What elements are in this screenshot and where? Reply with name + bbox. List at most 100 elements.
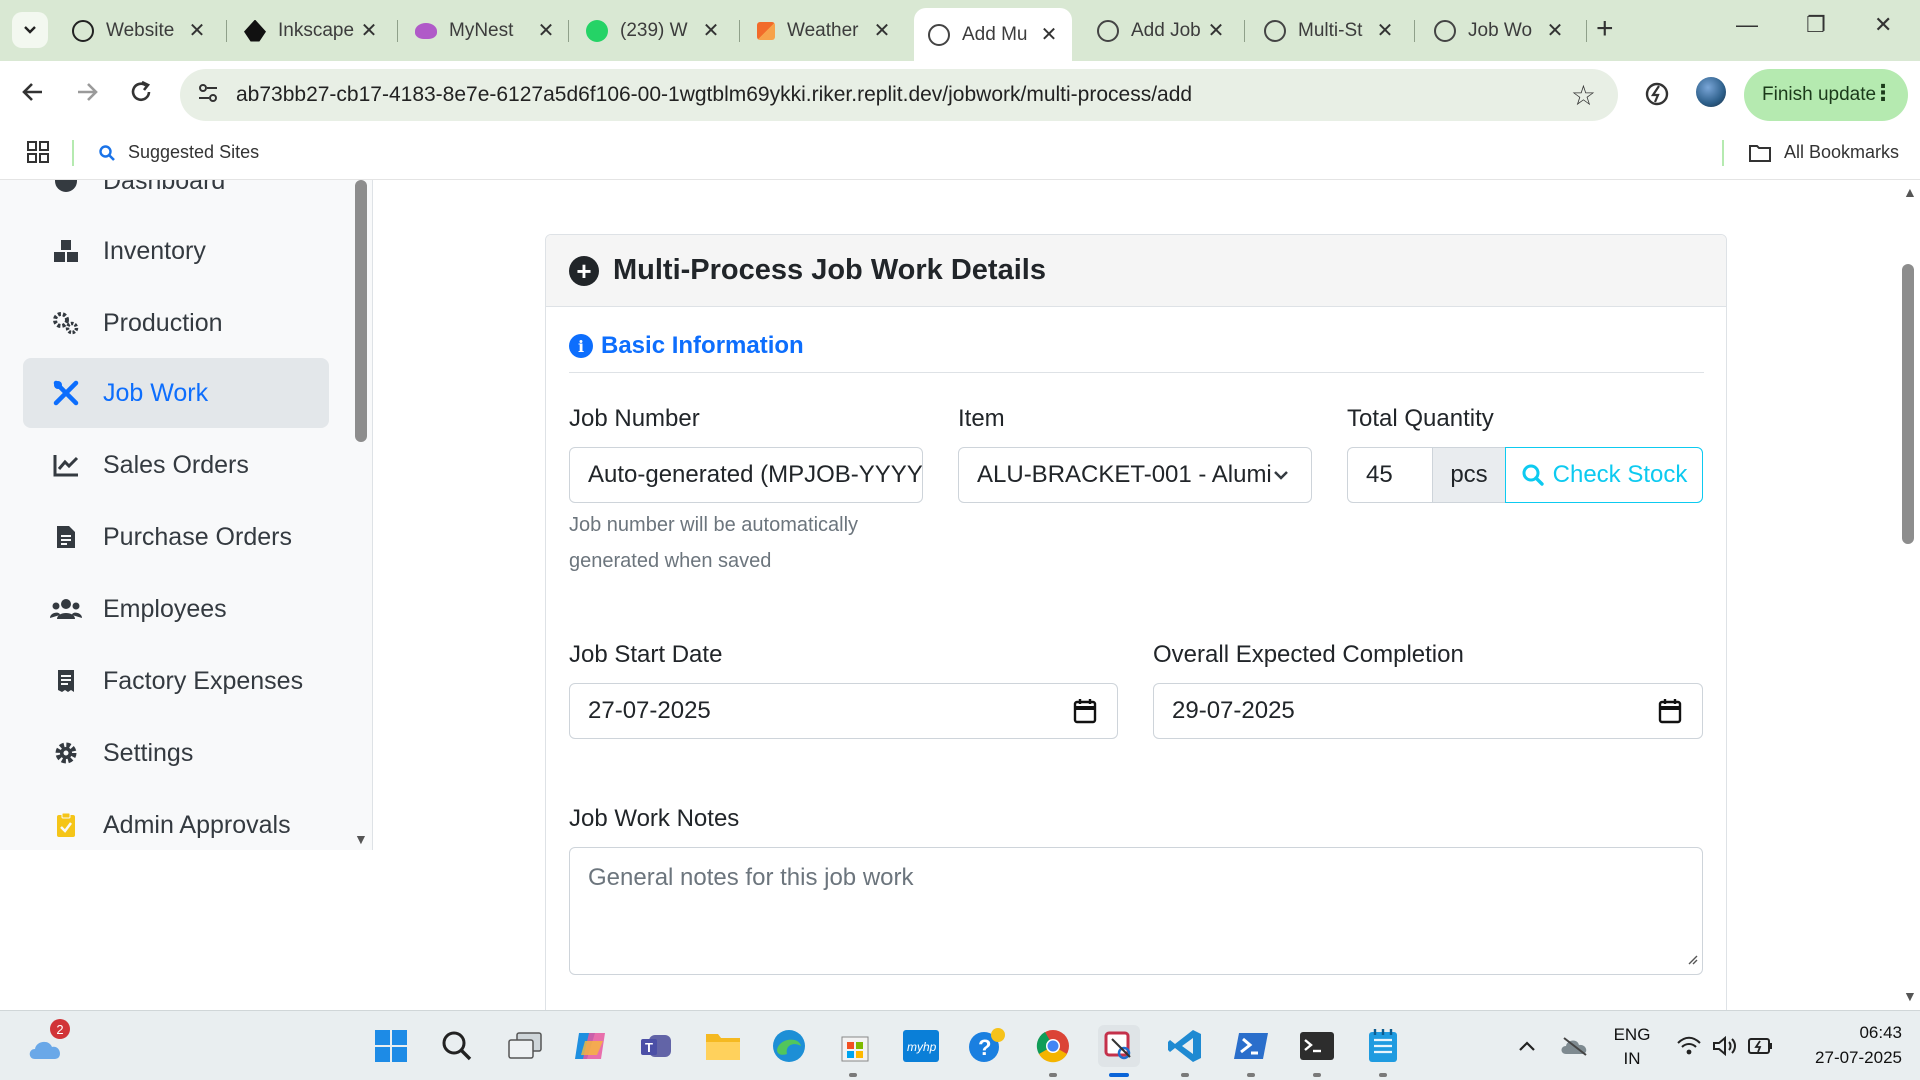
back-arrow-icon[interactable]: [20, 79, 46, 112]
tab-title: MyNest: [449, 19, 514, 41]
tab-job-work[interactable]: Job Wo ✕: [1420, 8, 1578, 53]
site-settings-icon[interactable]: [196, 81, 220, 111]
microsoft-store-icon[interactable]: [834, 1025, 876, 1067]
tab-whatsapp[interactable]: (239) W ✕: [572, 8, 734, 53]
sidebar-item-label: Admin Approvals: [103, 810, 291, 839]
close-icon[interactable]: ✕: [186, 18, 208, 43]
sidebar-item-employees[interactable]: Employees: [23, 574, 329, 644]
scroll-down-arrow-icon[interactable]: ▼: [354, 831, 368, 847]
get-help-icon[interactable]: ?: [966, 1025, 1008, 1067]
tab-mynest[interactable]: MyNest ✕: [401, 8, 569, 53]
language-code: ENG: [1613, 1025, 1651, 1044]
windows-start-icon[interactable]: [370, 1025, 412, 1067]
card-title: Multi-Process Job Work Details: [613, 254, 1046, 286]
sidebar-item-label: Production: [103, 308, 223, 337]
expected-completion-label: Overall Expected Completion: [1153, 641, 1464, 668]
calendar-icon[interactable]: [1073, 698, 1097, 731]
edge-icon[interactable]: [768, 1025, 810, 1067]
boxes-icon: [50, 238, 82, 264]
myhp-icon[interactable]: myhp: [900, 1025, 942, 1067]
sidebar-scrollbar-thumb[interactable]: [355, 180, 367, 442]
dashboard-icon: [50, 180, 82, 194]
all-bookmarks-button[interactable]: All Bookmarks: [1748, 142, 1899, 163]
bookmark-suggested-sites[interactable]: Suggested Sites: [98, 142, 259, 163]
profile-avatar[interactable]: [1696, 77, 1726, 107]
copilot-icon[interactable]: [570, 1025, 612, 1067]
calendar-icon[interactable]: [1658, 698, 1682, 731]
search-icon[interactable]: [436, 1025, 478, 1067]
close-icon[interactable]: ✕: [535, 18, 557, 43]
sidebar-item-inventory[interactable]: Inventory: [23, 216, 329, 286]
close-icon[interactable]: ✕: [358, 18, 380, 43]
close-icon[interactable]: ✕: [1544, 18, 1566, 43]
powershell-icon[interactable]: [1230, 1025, 1272, 1067]
sidebar-item-label: Inventory: [103, 236, 206, 265]
check-stock-button[interactable]: Check Stock: [1505, 447, 1703, 503]
weather-widget-icon[interactable]: 2: [26, 1019, 70, 1067]
sidebar-item-factory-expenses[interactable]: Factory Expenses: [23, 646, 329, 716]
close-icon[interactable]: ✕: [1038, 22, 1060, 47]
sidebar-item-sales-orders[interactable]: Sales Orders: [23, 430, 329, 500]
close-icon[interactable]: ✕: [700, 18, 722, 43]
battery-icon[interactable]: [1740, 1025, 1782, 1067]
url-text: ab73bb27-cb17-4183-8e7e-6127a5d6f106-00-…: [236, 83, 1193, 106]
close-icon[interactable]: ✕: [871, 18, 893, 43]
onedrive-icon[interactable]: [1554, 1025, 1596, 1067]
close-icon[interactable]: ✕: [1374, 18, 1396, 43]
terminal-icon[interactable]: [1296, 1025, 1338, 1067]
sidebar-item-settings[interactable]: Settings: [23, 718, 329, 788]
job-work-notes-textarea[interactable]: General notes for this job work: [569, 847, 1703, 975]
tab-add-multi-process[interactable]: Add Mu ✕: [914, 8, 1072, 61]
task-view-icon[interactable]: [504, 1025, 546, 1067]
apps-grid-icon[interactable]: [26, 140, 50, 164]
notepad-icon[interactable]: [1362, 1025, 1404, 1067]
sidebar-item-production[interactable]: Production: [23, 288, 329, 358]
sidebar-item-purchase-orders[interactable]: Purchase Orders: [23, 502, 329, 572]
finish-update-button[interactable]: Finish update ⋮: [1744, 69, 1908, 121]
tab-inkscape[interactable]: Inkscape ✕: [230, 8, 392, 53]
vscode-icon[interactable]: [1164, 1025, 1206, 1067]
tab-weather[interactable]: Weather ✕: [743, 8, 905, 53]
chevron-down-icon: [24, 26, 36, 34]
tab-website[interactable]: Website ✕: [58, 8, 220, 53]
performance-icon[interactable]: [1644, 81, 1670, 114]
expected-completion-input[interactable]: 29-07-2025: [1153, 683, 1703, 739]
job-start-date-input[interactable]: 27-07-2025: [569, 683, 1118, 739]
job-start-date-value: 27-07-2025: [588, 697, 711, 724]
new-tab-plus-icon[interactable]: +: [1596, 12, 1614, 46]
file-explorer-icon[interactable]: [702, 1025, 744, 1067]
sidebar-item-job-work[interactable]: Job Work: [23, 358, 329, 428]
window-close-icon[interactable]: ✕: [1874, 12, 1892, 38]
tab-add-job[interactable]: Add Job ✕: [1083, 8, 1239, 53]
chrome-icon[interactable]: [1032, 1025, 1074, 1067]
more-vert-icon[interactable]: ⋮: [1872, 80, 1894, 106]
close-icon[interactable]: ✕: [1205, 18, 1227, 43]
teams-icon[interactable]: T: [636, 1025, 678, 1067]
job-number-help-text: Job number will be automatically generat…: [569, 514, 859, 572]
reload-icon[interactable]: [128, 79, 154, 112]
item-select[interactable]: ALU-BRACKET-001 - Alumi: [958, 447, 1312, 503]
address-bar[interactable]: ab73bb27-cb17-4183-8e7e-6127a5d6f106-00-…: [180, 69, 1618, 121]
snipping-tool-icon[interactable]: [1098, 1025, 1140, 1067]
tab-multi-step[interactable]: Multi-St ✕: [1250, 8, 1408, 53]
language-indicator[interactable]: ENG IN: [1604, 1025, 1660, 1069]
minimize-icon[interactable]: —: [1736, 12, 1758, 38]
page-scroll-up-icon[interactable]: ▲: [1903, 184, 1917, 200]
resize-handle-icon[interactable]: [1686, 944, 1698, 972]
info-circle-icon: i: [569, 334, 593, 358]
show-hidden-icons-chevron-up-icon[interactable]: [1506, 1025, 1548, 1067]
quantity-input[interactable]: 45: [1347, 447, 1433, 503]
bookmark-star-icon[interactable]: ☆: [1571, 79, 1596, 112]
job-number-field[interactable]: Auto-generated (MPJOB-YYYY: [569, 447, 923, 503]
globe-icon: [1434, 19, 1456, 42]
tab-title: Weather: [787, 19, 859, 41]
sidebar-item-admin-approvals[interactable]: Admin Approvals: [23, 790, 329, 850]
tab-search-button[interactable]: [12, 12, 48, 48]
restore-icon[interactable]: ❐: [1806, 12, 1826, 38]
clock[interactable]: 06:43 27-07-2025: [1782, 1023, 1902, 1068]
search-icon: [99, 144, 115, 161]
page-scroll-down-icon[interactable]: ▼: [1903, 988, 1917, 1004]
page-scrollbar-thumb[interactable]: [1902, 264, 1914, 544]
sidebar-item-dashboard[interactable]: Dashboard: [23, 180, 329, 216]
forward-arrow-icon[interactable]: [74, 79, 100, 112]
